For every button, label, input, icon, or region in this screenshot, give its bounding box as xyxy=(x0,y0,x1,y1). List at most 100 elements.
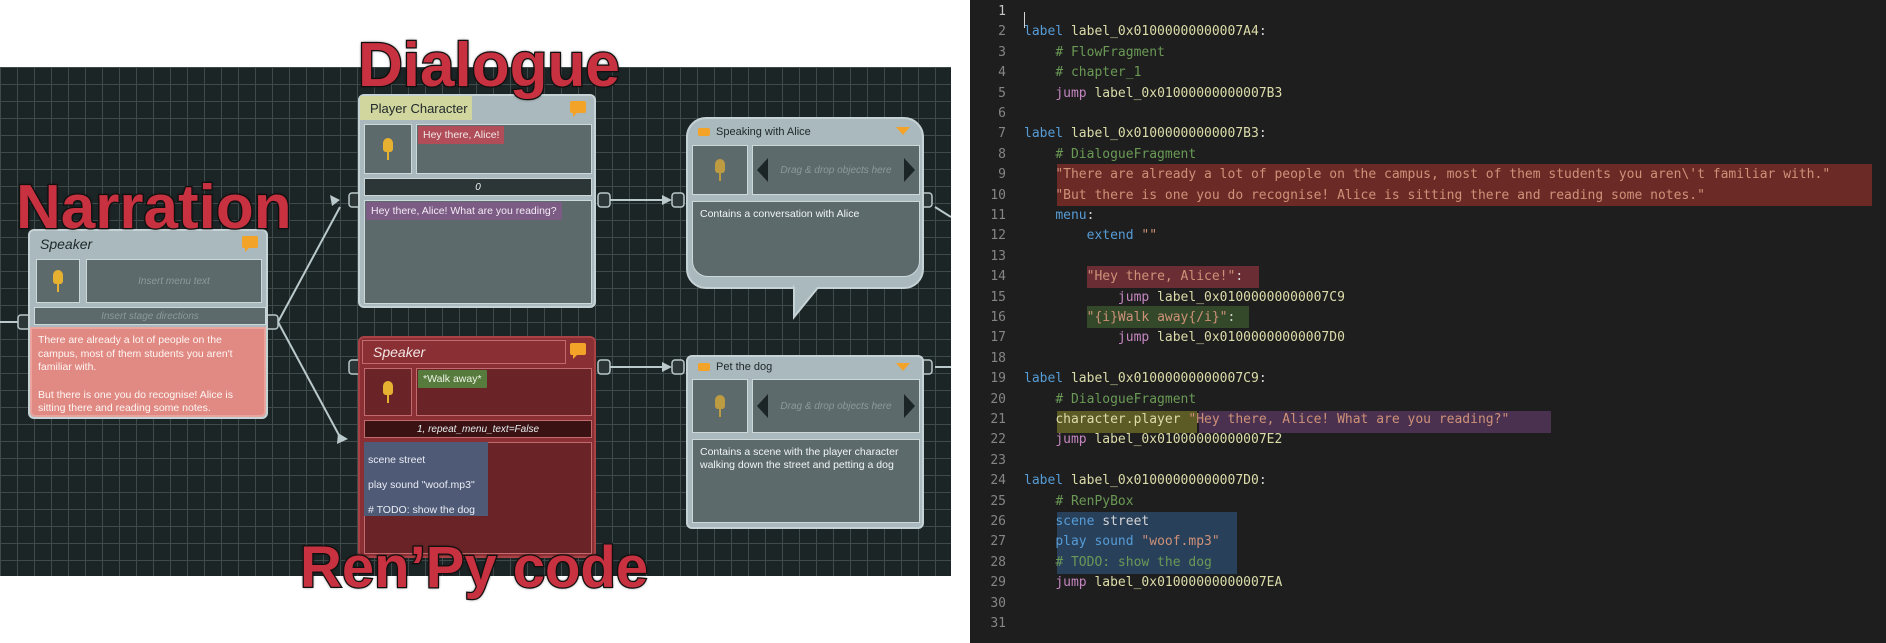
stage-directions-field[interactable]: 1, repeat_menu_text=False xyxy=(364,420,592,438)
line-number: 13 xyxy=(990,248,1006,264)
prev-arrow-icon[interactable] xyxy=(757,394,768,418)
code-token: menu xyxy=(1055,208,1087,223)
speaker-pin-slot[interactable] xyxy=(364,124,412,174)
code-line[interactable]: 20 # DialogueFragment xyxy=(970,390,1886,410)
node-title: Speaking with Alice xyxy=(716,126,811,138)
renpy-code-node[interactable]: Speaker *Walk away* 1, repeat_menu_text=… xyxy=(358,336,596,558)
code-line[interactable]: 12 extend "" xyxy=(970,226,1886,246)
code-line[interactable]: 11 menu: xyxy=(970,206,1886,226)
code-line[interactable]: 24 label label_0x01000000000007D0: xyxy=(970,471,1886,491)
line-code: jump label_0x01000000000007B3 xyxy=(1024,84,1282,104)
code-line[interactable]: 25 # RenPyBox xyxy=(970,492,1886,512)
line-code: label label_0x01000000000007B3: xyxy=(1024,124,1267,144)
stage-directions-field[interactable]: Insert stage directions xyxy=(34,307,266,325)
pin-icon xyxy=(714,159,726,181)
dialogue-node[interactable]: Player Character Hey there, Alice! 0 Hey… xyxy=(358,94,596,308)
node-description[interactable]: Contains a scene with the player charact… xyxy=(692,439,920,523)
prev-arrow-icon[interactable] xyxy=(757,158,768,182)
line-number: 28 xyxy=(990,554,1006,570)
flow-canvas[interactable]: Speaker Insert menu text Insert stage di… xyxy=(0,67,951,576)
next-arrow-icon[interactable] xyxy=(904,394,915,418)
dog-flow-node[interactable]: Pet the dog Drag & drop objects here Con… xyxy=(686,355,924,529)
stage-directions-field[interactable]: 0 xyxy=(364,178,592,196)
expand-icon[interactable] xyxy=(896,127,910,135)
code-line[interactable]: 9 "There are already a lot of people on … xyxy=(970,165,1886,185)
code-line[interactable]: 14 "Hey there, Alice!": xyxy=(970,267,1886,287)
next-arrow-icon[interactable] xyxy=(904,158,915,182)
expand-icon[interactable] xyxy=(896,363,910,371)
line-number: 25 xyxy=(990,493,1006,509)
drop-zone[interactable]: Drag & drop objects here xyxy=(752,379,920,433)
node-description[interactable]: Contains a conversation with Alice xyxy=(692,201,920,277)
code-line[interactable]: 31 xyxy=(970,614,1886,634)
code-line[interactable]: 4 # chapter_1 xyxy=(970,63,1886,83)
pin-slot[interactable] xyxy=(692,379,748,433)
description-text: Contains a scene with the player charact… xyxy=(700,446,899,472)
line-number: 30 xyxy=(990,595,1006,611)
speaker-label: Speaker xyxy=(373,344,426,360)
code-line[interactable]: 30 xyxy=(970,594,1886,614)
code-line[interactable]: 27 play sound "woof.mp3" xyxy=(970,532,1886,552)
code-token: label xyxy=(1024,371,1071,387)
code-line[interactable]: 15 jump label_0x01000000000007C9 xyxy=(970,288,1886,308)
code-line[interactable]: 1 xyxy=(970,2,1886,22)
code-token: : xyxy=(1258,126,1267,142)
code-token: : xyxy=(1258,473,1267,489)
code-line[interactable]: 3 # FlowFragment xyxy=(970,43,1886,63)
drop-zone[interactable]: Drag & drop objects here xyxy=(752,145,920,195)
code-line[interactable]: 21 character.player "Hey there, Alice! W… xyxy=(970,410,1886,430)
narration-node[interactable]: Speaker Insert menu text Insert stage di… xyxy=(28,229,268,419)
code-line[interactable]: 19 label label_0x01000000000007C9: xyxy=(970,369,1886,389)
code-line[interactable]: 2 label label_0x01000000000007A4: xyxy=(970,22,1886,42)
code-token: jump xyxy=(1117,289,1158,305)
wire-arrow-3 xyxy=(662,195,672,205)
line-number: 4 xyxy=(998,65,1006,81)
line-number: 20 xyxy=(990,391,1006,407)
line-number: 29 xyxy=(990,575,1006,591)
menu-text-field[interactable]: Insert menu text xyxy=(86,259,262,303)
stage-value: 1, repeat_menu_text=False xyxy=(416,423,540,435)
code-token: jump xyxy=(1117,330,1158,346)
code-line[interactable]: 18 xyxy=(970,349,1886,369)
line-code: play sound "woof.mp3" xyxy=(1024,532,1219,552)
code-line[interactable]: 22 jump label_0x01000000000007E2 xyxy=(970,430,1886,450)
code-line[interactable]: 17 jump label_0x01000000000007D0 xyxy=(970,328,1886,348)
code-line[interactable]: 23 xyxy=(970,451,1886,471)
speaker-pin-slot[interactable] xyxy=(364,368,412,416)
code-token: label_0x01000000000007A4 xyxy=(1070,24,1259,40)
code-line[interactable]: 6 xyxy=(970,104,1886,124)
code-token: : xyxy=(1258,371,1267,387)
code-editor[interactable]: 1 2 label label_0x01000000000007A4: 3 # Flo… xyxy=(970,0,1886,643)
port xyxy=(597,359,611,375)
code-token: "{i}Walk away{/i}" xyxy=(1086,310,1228,325)
code-line[interactable]: 13 xyxy=(970,247,1886,267)
node-header: Speaking with Alice xyxy=(688,119,922,145)
code-line[interactable]: 10 "But there is one you do recognise! A… xyxy=(970,186,1886,206)
line-number: 21 xyxy=(990,412,1006,427)
code-line[interactable]: 5 jump label_0x01000000000007B3 xyxy=(970,84,1886,104)
code-token: # FlowFragment xyxy=(1055,44,1165,60)
code-line[interactable]: 26 scene street xyxy=(970,512,1886,532)
narration-text[interactable]: There are already a lot of people on the… xyxy=(30,327,266,417)
code-line[interactable]: 29 jump label_0x01000000000007EA xyxy=(970,573,1886,593)
speaker-pin-slot[interactable] xyxy=(36,259,80,303)
alice-flow-node[interactable]: Speaking with Alice Drag & drop objects … xyxy=(686,117,924,289)
code-line[interactable]: 8 # DialogueFragment xyxy=(970,145,1886,165)
code-line: # TODO: show the dog xyxy=(368,504,476,516)
code-line[interactable]: 28 # TODO: show the dog xyxy=(970,553,1886,573)
code-line[interactable]: 16 "{i}Walk away{/i}": xyxy=(970,308,1886,328)
pin-icon xyxy=(714,395,726,417)
code-line[interactable]: 7 label label_0x01000000000007B3: xyxy=(970,124,1886,144)
code-token: sound xyxy=(1094,534,1142,550)
code-token: jump xyxy=(1055,575,1095,591)
code-token: label_0x01000000000007C9 xyxy=(1157,289,1345,305)
code-node-header: Speaker xyxy=(362,340,566,364)
pin-icon xyxy=(52,270,64,292)
renpy-overlay-label: Ren’Py code xyxy=(299,534,650,602)
pin-slot[interactable] xyxy=(692,145,748,195)
